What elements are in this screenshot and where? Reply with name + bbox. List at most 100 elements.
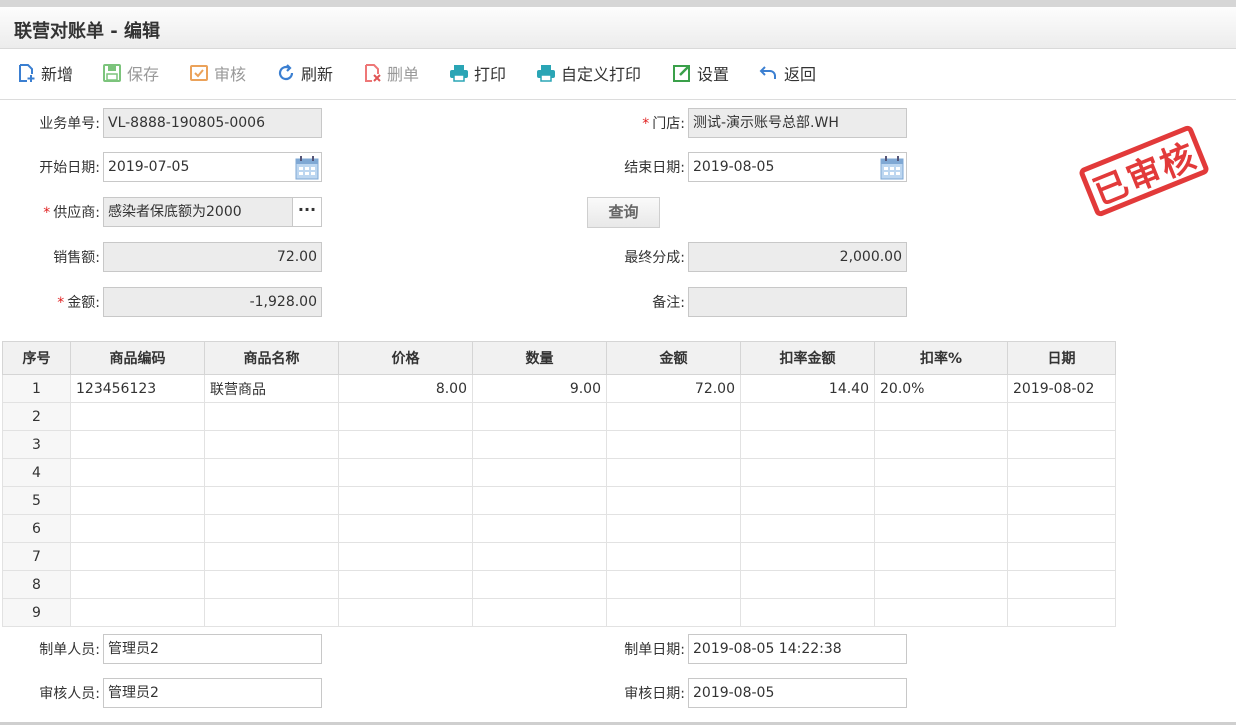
table-cell[interactable] [1007, 542, 1116, 571]
table-cell[interactable] [472, 570, 607, 599]
print-button[interactable]: 打印 [449, 61, 506, 85]
final-share-field[interactable]: 2,000.00 [688, 242, 907, 272]
table-cell[interactable]: 20.0% [874, 374, 1008, 403]
table-cell[interactable] [204, 514, 339, 543]
table-cell[interactable] [204, 598, 339, 627]
table-cell[interactable] [740, 486, 875, 515]
table-cell[interactable]: 9.00 [472, 374, 607, 403]
table-cell[interactable] [740, 598, 875, 627]
table-cell[interactable] [70, 458, 205, 487]
table-cell[interactable]: 2019-08-02 [1007, 374, 1116, 403]
table-cell[interactable] [338, 430, 473, 459]
start-date-field[interactable]: 2019-07-05 [103, 152, 322, 182]
table-cell[interactable] [874, 514, 1008, 543]
back-button[interactable]: 返回 [759, 61, 816, 85]
table-cell[interactable] [1007, 514, 1116, 543]
table-cell[interactable] [70, 542, 205, 571]
refresh-button[interactable]: 刷新 [276, 61, 333, 85]
col-header-date[interactable]: 日期 [1007, 341, 1116, 375]
table-cell[interactable] [338, 486, 473, 515]
table-row[interactable]: 4 [2, 458, 1116, 487]
table-cell[interactable] [606, 486, 741, 515]
table-cell[interactable] [338, 598, 473, 627]
settings-button[interactable]: 设置 [672, 61, 729, 85]
table-cell[interactable] [338, 570, 473, 599]
sales-field[interactable]: 72.00 [103, 242, 322, 272]
table-cell[interactable] [472, 514, 607, 543]
calendar-icon[interactable] [295, 156, 319, 180]
col-header-discount-amount[interactable]: 扣率金额 [740, 341, 875, 375]
table-cell[interactable] [740, 514, 875, 543]
end-date-field[interactable]: 2019-08-05 [688, 152, 907, 182]
table-cell[interactable]: 123456123 [70, 374, 205, 403]
col-header-code[interactable]: 商品编码 [70, 341, 205, 375]
table-cell[interactable] [338, 514, 473, 543]
table-row[interactable]: 2 [2, 402, 1116, 431]
col-header-qty[interactable]: 数量 [472, 341, 607, 375]
table-cell[interactable] [70, 486, 205, 515]
table-cell[interactable] [874, 402, 1008, 431]
table-cell[interactable] [874, 570, 1008, 599]
table-cell[interactable] [70, 430, 205, 459]
audit-button[interactable]: 审核 [189, 61, 246, 85]
table-cell[interactable] [740, 542, 875, 571]
table-cell[interactable] [338, 458, 473, 487]
col-header-name[interactable]: 商品名称 [204, 341, 339, 375]
table-cell[interactable] [606, 514, 741, 543]
table-cell[interactable] [338, 542, 473, 571]
table-row[interactable]: 7 [2, 542, 1116, 571]
query-button[interactable]: 查询 [587, 197, 660, 228]
table-cell[interactable] [740, 430, 875, 459]
col-header-price[interactable]: 价格 [338, 341, 473, 375]
save-button[interactable]: 保存 [102, 61, 159, 85]
table-cell[interactable] [874, 430, 1008, 459]
table-cell[interactable] [740, 570, 875, 599]
table-row[interactable]: 9 [2, 598, 1116, 627]
table-cell[interactable] [70, 598, 205, 627]
table-cell[interactable] [472, 458, 607, 487]
table-cell[interactable] [70, 514, 205, 543]
table-cell[interactable] [1007, 430, 1116, 459]
table-row[interactable]: 3 [2, 430, 1116, 459]
table-cell[interactable] [204, 486, 339, 515]
table-cell[interactable] [472, 430, 607, 459]
table-cell[interactable] [874, 458, 1008, 487]
table-cell[interactable] [606, 430, 741, 459]
calendar-icon[interactable] [880, 156, 904, 180]
table-cell[interactable] [606, 598, 741, 627]
table-cell[interactable] [70, 570, 205, 599]
table-cell[interactable] [874, 542, 1008, 571]
new-button[interactable]: 新增 [16, 61, 73, 85]
supplier-picker-button[interactable]: ··· [292, 198, 321, 226]
table-cell[interactable] [204, 458, 339, 487]
table-cell[interactable] [204, 402, 339, 431]
store-field[interactable]: 测试-演示账号总部.WH [688, 108, 907, 138]
table-cell[interactable] [606, 458, 741, 487]
table-row[interactable]: 8 [2, 570, 1116, 599]
table-cell[interactable] [1007, 570, 1116, 599]
table-row[interactable]: 5 [2, 486, 1116, 515]
col-header-discount-rate[interactable]: 扣率% [874, 341, 1008, 375]
amount-field[interactable]: -1,928.00 [103, 287, 322, 317]
table-cell[interactable] [70, 402, 205, 431]
table-cell[interactable] [338, 402, 473, 431]
table-cell[interactable] [204, 542, 339, 571]
table-row[interactable]: 6 [2, 514, 1116, 543]
table-cell[interactable] [1007, 402, 1116, 431]
table-cell[interactable] [1007, 486, 1116, 515]
doc-no-field[interactable]: VL-8888-190805-0006 [103, 108, 322, 138]
audit-date-field[interactable]: 2019-08-05 [688, 678, 907, 708]
delete-doc-button[interactable]: 删单 [362, 61, 419, 85]
table-cell[interactable] [472, 486, 607, 515]
supplier-field[interactable]: 感染者保底额为2000 ··· [103, 197, 322, 227]
table-cell[interactable] [1007, 598, 1116, 627]
table-cell[interactable] [874, 598, 1008, 627]
table-cell[interactable]: 8.00 [338, 374, 473, 403]
creator-field[interactable]: 管理员2 [103, 634, 322, 664]
table-cell[interactable] [740, 458, 875, 487]
custom-print-button[interactable]: 自定义打印 [536, 61, 641, 85]
create-date-field[interactable]: 2019-08-05 14:22:38 [688, 634, 907, 664]
remark-field[interactable] [688, 287, 907, 317]
table-cell[interactable]: 14.40 [740, 374, 875, 403]
table-cell[interactable] [606, 402, 741, 431]
